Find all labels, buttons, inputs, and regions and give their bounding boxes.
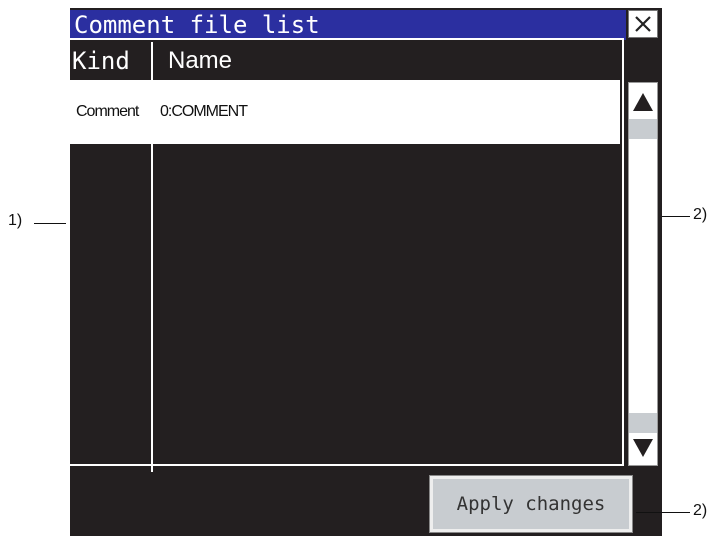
callout-label-apply: 2) (693, 502, 708, 519)
row-name-cell: 0:COMMENT (160, 103, 248, 120)
column-header-kind: Kind (72, 47, 130, 75)
triangle-up-icon (633, 93, 653, 111)
row-kind-cell: Comment (76, 103, 139, 120)
window-title: Comment file list (70, 10, 626, 40)
vertical-scrollbar[interactable] (628, 82, 658, 466)
callout-leader-apply (636, 512, 690, 513)
scroll-up-button[interactable] (629, 83, 657, 137)
close-icon (635, 16, 651, 32)
scroll-track-bottom (629, 413, 657, 433)
apply-changes-button[interactable]: Apply changes (429, 475, 633, 533)
triangle-down-icon (633, 439, 653, 457)
callout-label-list: 1) (8, 212, 23, 229)
close-button[interactable] (628, 10, 658, 38)
callout-label-scrollbar: 2) (693, 206, 708, 223)
callout-leader-scrollbar (662, 216, 690, 217)
column-divider (151, 42, 153, 472)
column-header-name: Name (168, 47, 233, 74)
scroll-down-button[interactable] (629, 431, 657, 465)
callout-leader-list (34, 223, 66, 224)
